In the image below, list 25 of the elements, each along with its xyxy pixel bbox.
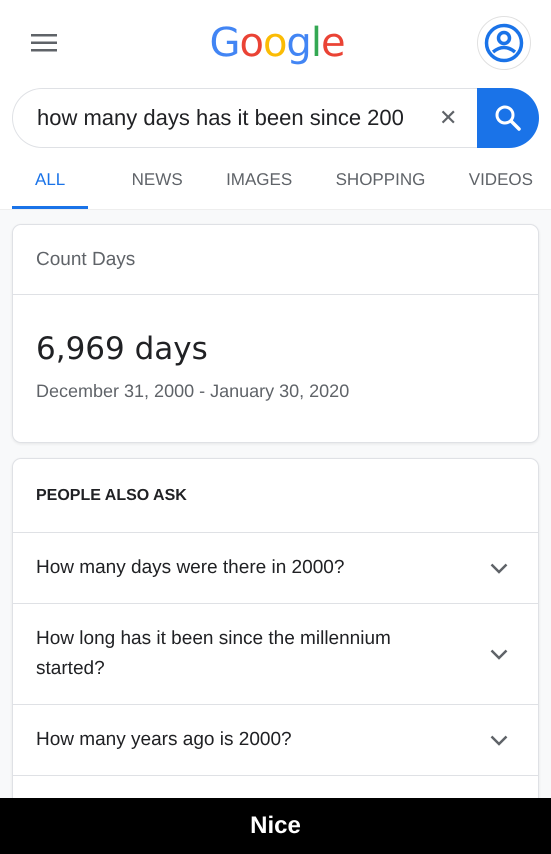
tab[interactable]: VIDEOS (468, 160, 533, 209)
question-text: How many years ago is 2000? (36, 728, 292, 752)
chevron-icon[interactable] (490, 648, 508, 660)
card-title: Count Days (13, 225, 538, 295)
clear-button[interactable]: ✕ (439, 105, 457, 131)
menu-icon[interactable] (31, 34, 57, 52)
question-text: How long has it been since the millennium started? (36, 627, 392, 681)
day-count: 6,969 days (36, 331, 209, 367)
search-field[interactable]: how many days has it been since 200 ✕ (12, 88, 477, 148)
question-row[interactable]: How long has it been since the millennium started? (13, 604, 538, 705)
chevron-icon[interactable] (490, 734, 508, 746)
question-row[interactable]: How many days were there in 2000? (13, 533, 538, 604)
chevron-icon[interactable] (490, 562, 508, 574)
tab[interactable]: IMAGES (226, 160, 292, 209)
date-range: December 31, 2000 - January 30, 2020 (36, 381, 350, 402)
search-icon[interactable] (493, 103, 523, 133)
search-button[interactable] (477, 88, 539, 148)
google-logo[interactable]: Google (209, 23, 345, 63)
account-icon[interactable] (477, 16, 531, 70)
question-row[interactable]: How many years ago is 2000? (13, 705, 538, 776)
caption: Nice (0, 798, 551, 854)
section-heading: PEOPLE ALSO ASK (13, 459, 538, 533)
tab[interactable]: NEWS (132, 160, 183, 209)
question-text: How many days were there in 2000? (36, 556, 344, 580)
tab[interactable]: SHOPPING (336, 160, 426, 209)
